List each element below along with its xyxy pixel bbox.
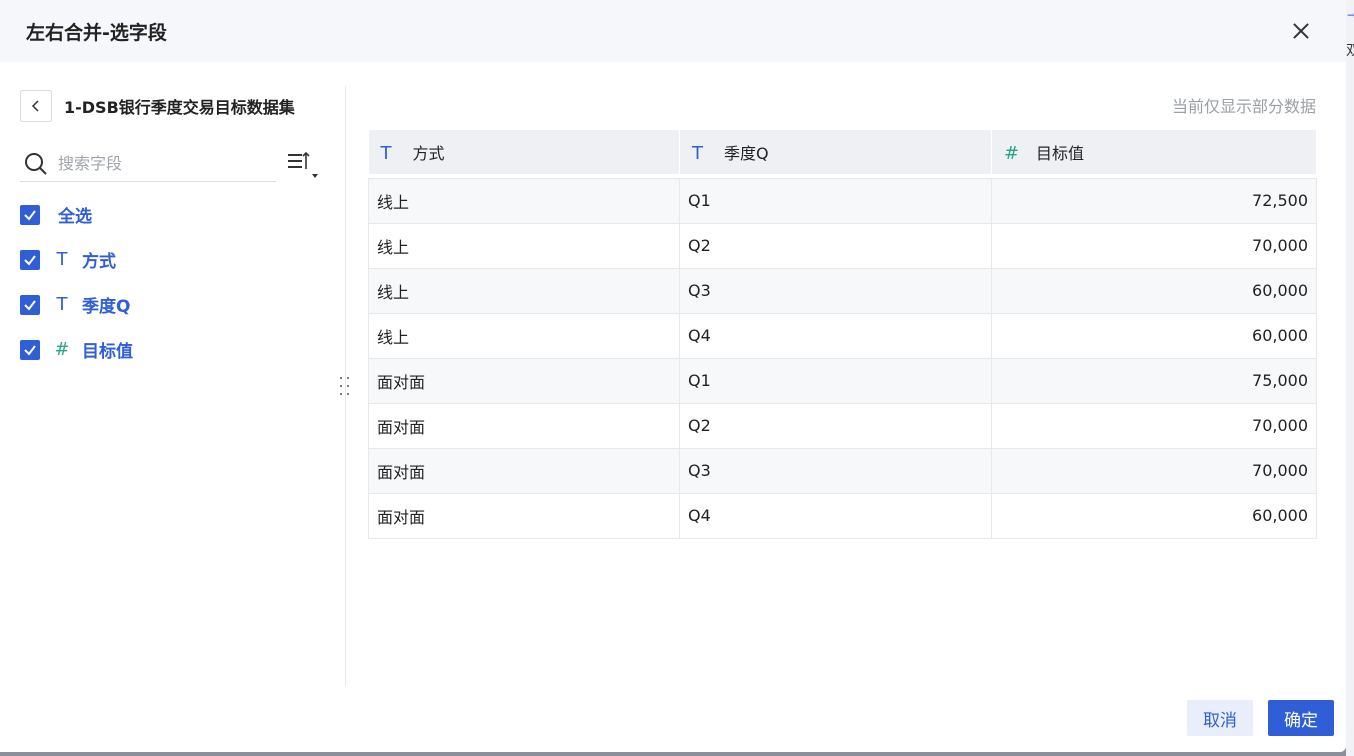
table-cell: Q3 (679, 267, 992, 313)
table-cell: 线上 (368, 267, 680, 313)
search-icon (25, 152, 47, 175)
sort-button[interactable] (286, 149, 320, 179)
table-cell: Q1 (679, 177, 992, 223)
arrow-icon: → (1347, 8, 1354, 22)
field-item-target-value[interactable]: # 目标值 (20, 327, 320, 372)
table-cell: 70,000 (991, 447, 1317, 493)
background-page-edge: → 双 (1346, 0, 1354, 756)
table-cell: 60,000 (991, 492, 1317, 539)
number-type-icon: # (1004, 143, 1020, 164)
table-cell: 线上 (368, 222, 680, 268)
table-row: 线上 Q1 72,500 (368, 177, 1317, 223)
column-header: T 方式 (368, 130, 680, 174)
table-row: 面对面 Q3 70,000 (368, 447, 1317, 493)
search-box (20, 146, 276, 182)
table-cell: 线上 (368, 177, 680, 223)
table-cell: Q1 (679, 357, 992, 403)
confirm-button[interactable]: 确定 (1268, 700, 1334, 736)
table-cell: Q3 (679, 447, 992, 493)
text-type-icon: T (380, 143, 392, 164)
check-icon (24, 299, 36, 311)
field-checkbox[interactable] (20, 294, 40, 315)
table-row: 面对面 Q4 60,000 (368, 492, 1317, 539)
table-cell: 72,500 (991, 177, 1317, 223)
field-item-fangshi[interactable]: T 方式 (20, 237, 320, 282)
column-header-label: 季度Q (724, 144, 769, 163)
column-header-label: 目标值 (1036, 144, 1085, 163)
check-icon (24, 254, 36, 266)
sort-icon (288, 151, 318, 178)
field-list: 全选 T 方式 T 季度Q # 目标值 (20, 192, 320, 372)
table-cell: 面对面 (368, 492, 680, 539)
search-row (20, 146, 320, 182)
text-type-icon: T (56, 249, 68, 270)
column-header: T 季度Q (679, 130, 992, 174)
table-cell: 60,000 (991, 312, 1317, 358)
field-panel: 1-DSB银行季度交易目标数据集 搜索字段 全选 T 方式 T 季度Q # 目标… (20, 90, 320, 372)
field-label: 方式 (82, 252, 116, 272)
table-cell: Q4 (679, 312, 992, 358)
search-input[interactable] (58, 154, 258, 173)
select-all-item[interactable]: 全选 (20, 192, 320, 237)
field-item-quarter[interactable]: T 季度Q (20, 282, 320, 327)
table-header-row: T 方式 T 季度Q # 目标值 (368, 130, 1317, 174)
table-cell: 70,000 (991, 222, 1317, 268)
field-checkbox[interactable] (20, 249, 40, 270)
column-header-label: 方式 (412, 144, 445, 163)
table-cell: 面对面 (368, 447, 680, 493)
background-text-fragment: 双 (1346, 43, 1354, 59)
field-checkbox[interactable] (20, 339, 40, 360)
drag-handle-icon[interactable] (338, 375, 352, 397)
back-button[interactable] (20, 90, 52, 122)
table-row: 面对面 Q1 75,000 (368, 357, 1317, 403)
dialog-footer: 取消 确定 (1187, 700, 1334, 736)
table-row: 线上 Q3 60,000 (368, 267, 1317, 313)
table-cell: 60,000 (991, 267, 1317, 313)
cancel-button[interactable]: 取消 (1187, 700, 1253, 736)
select-all-label: 全选 (58, 207, 92, 227)
table-row: 面对面 Q2 70,000 (368, 402, 1317, 448)
close-icon[interactable] (1290, 20, 1312, 42)
dialog-header: 左右合并-选字段 (0, 0, 1346, 62)
field-label: 季度Q (82, 297, 131, 317)
table-cell: 面对面 (368, 402, 680, 448)
dataset-row: 1-DSB银行季度交易目标数据集 (20, 90, 320, 122)
column-header: # 目标值 (991, 130, 1317, 174)
table-cell: Q4 (679, 492, 992, 539)
table-cell: 面对面 (368, 357, 680, 403)
table-cell: Q2 (679, 402, 992, 448)
preview-hint: 当前仅显示部分数据 (1171, 97, 1316, 116)
table-cell: 70,000 (991, 402, 1317, 448)
table-cell: Q2 (679, 222, 992, 268)
select-fields-dialog: 左右合并-选字段 1-DSB银行季度交易目标数据集 搜索字段 全选 T 方式 T… (0, 0, 1346, 752)
text-type-icon: T (56, 294, 68, 315)
table-row: 线上 Q4 60,000 (368, 312, 1317, 358)
check-icon (24, 209, 36, 221)
select-all-checkbox[interactable] (20, 204, 40, 225)
number-type-icon: # (54, 339, 70, 360)
preview-table: T 方式 T 季度Q # 目标值 线上 Q1 72,500 线上 Q2 70,000 (368, 130, 1317, 539)
dataset-name: 1-DSB银行季度交易目标数据集 (64, 98, 295, 117)
table-cell: 线上 (368, 312, 680, 358)
preview-panel: 当前仅显示部分数据 T 方式 T 季度Q # 目标值 线上 Q1 72,500 线上 (368, 90, 1317, 539)
table-cell: 75,000 (991, 357, 1317, 403)
table-row: 线上 Q2 70,000 (368, 222, 1317, 268)
text-type-icon: T (692, 143, 703, 164)
dialog-title: 左右合并-选字段 (26, 21, 167, 44)
field-label: 目标值 (82, 342, 133, 362)
check-icon (24, 344, 36, 356)
chevron-left-icon (31, 100, 39, 112)
